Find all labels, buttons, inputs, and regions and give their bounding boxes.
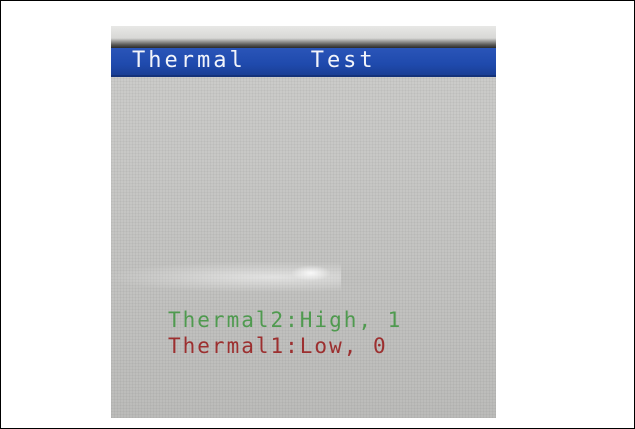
screen-bezel bbox=[111, 26, 496, 48]
thermal1-status: Thermal1:Low, 0 bbox=[168, 334, 388, 358]
test-content-area: Thermal2:High, 1 Thermal1:Low, 0 bbox=[111, 77, 496, 418]
thermal2-status: Thermal2:High, 1 bbox=[168, 308, 403, 332]
window-title: Thermal Test bbox=[132, 48, 376, 73]
page: Thermal Test Thermal2:High, 1 Thermal1:L… bbox=[0, 0, 635, 429]
device-screen: Thermal Test Thermal2:High, 1 Thermal1:L… bbox=[111, 26, 496, 418]
title-bar: Thermal Test bbox=[111, 48, 496, 77]
screen-glare-spot bbox=[291, 265, 331, 281]
